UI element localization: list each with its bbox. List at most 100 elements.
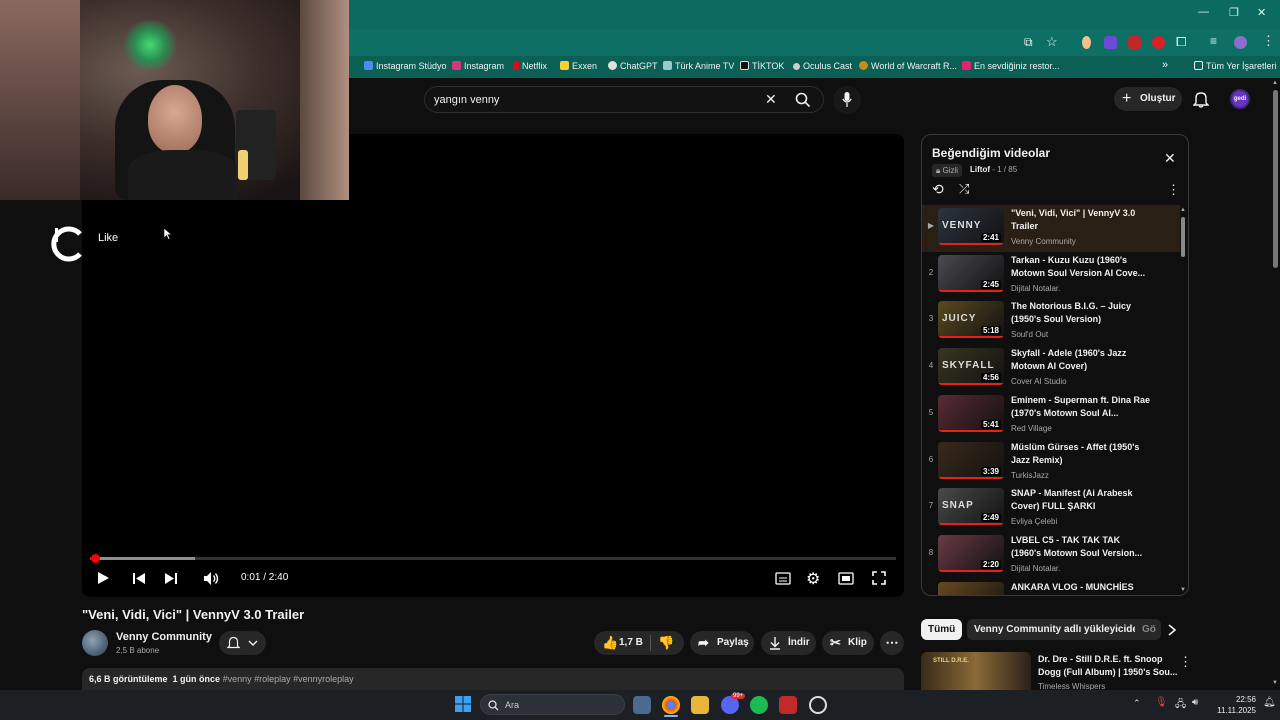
channel-name[interactable]: Venny Community: [116, 631, 212, 643]
previous-icon[interactable]: [132, 572, 146, 585]
tray-network-icon[interactable]: 🖧: [1175, 697, 1186, 714]
more-actions-icon[interactable]: ⋯: [880, 631, 904, 655]
tray-clock[interactable]: 22:56 11.11.2025: [1212, 694, 1256, 716]
playlist-item[interactable]: 6 3:39 Müslüm Gürses - Affet (1950's Jazz …: [922, 439, 1180, 486]
page-scroll-down-icon[interactable]: ▼: [1272, 680, 1278, 686]
scroll-down-icon[interactable]: ▼: [1180, 587, 1186, 593]
volume-icon[interactable]: [203, 571, 220, 586]
profile-icon[interactable]: [1234, 36, 1247, 49]
clip-button[interactable]: ✂ Klip: [822, 631, 874, 655]
recommended-thumbnail[interactable]: STILL D.R.E.: [921, 652, 1031, 690]
recommended-menu-icon[interactable]: ⋮: [1179, 654, 1192, 670]
download-button[interactable]: İndir: [761, 631, 816, 655]
shuffle-icon[interactable]: ⤮: [959, 181, 969, 197]
close-window-icon[interactable]: ✕: [1257, 6, 1266, 19]
extension-icon[interactable]: [1128, 36, 1141, 49]
tray-chevron-icon[interactable]: ⌃: [1133, 698, 1141, 709]
playlist-item[interactable]: 2 2:45 Tarkan - Kuzu Kuzu (1960's Motown S…: [922, 252, 1180, 299]
playlist-item[interactable]: 8 2:20 LVBEL C5 - TAK TAK TAK (1960's Moto…: [922, 532, 1180, 579]
bookmark-tiktok[interactable]: TİKTOK: [740, 61, 784, 71]
playlist-item[interactable]: 5 5:41 Eminem - Superman ft. Dina Rae (197…: [922, 392, 1180, 439]
playlist-scrollbar[interactable]: ▲ ▼: [1180, 207, 1186, 595]
bookmark-chatgpt[interactable]: ChatGPT: [608, 61, 658, 71]
minimize-icon[interactable]: —: [1198, 6, 1209, 18]
create-button[interactable]: + Oluştur: [1114, 87, 1182, 111]
playlist-item-thumbnail[interactable]: 2:45: [938, 254, 1004, 292]
playlist-item[interactable]: 7 SNAP 2:49 SNAP - Manifest (Ai Arabesk Cov…: [922, 485, 1180, 532]
playlist-item-thumbnail[interactable]: [938, 581, 1004, 595]
taskbar-spotify-icon[interactable]: [750, 696, 768, 714]
bookmark-instagram[interactable]: Instagram: [452, 61, 504, 71]
search-box[interactable]: ✕: [424, 86, 824, 113]
extension-icon[interactable]: [1152, 36, 1165, 49]
recommended-title[interactable]: Dr. Dre - Still D.R.E. ft. Snoop Dogg (F…: [1038, 653, 1178, 679]
taskbar-search[interactable]: Ara: [480, 694, 625, 715]
bookmark-wow[interactable]: World of Warcraft R...: [859, 61, 957, 71]
page-scroll-thumb[interactable]: [1273, 90, 1278, 268]
tray-volume-icon[interactable]: 🔊︎: [1192, 697, 1198, 708]
bookmark-oculus[interactable]: Oculus Cast: [793, 61, 852, 71]
playlist-owner[interactable]: Liftof: [970, 165, 990, 174]
playlist-item-thumbnail[interactable]: VENNY 2:41: [938, 208, 1004, 245]
playlist-item-thumbnail[interactable]: 2:20: [938, 534, 1004, 572]
chip-next-partial[interactable]: Gö: [1135, 619, 1161, 640]
bookmark-turk-anime[interactable]: Türk Anime TV: [663, 61, 734, 71]
all-bookmarks[interactable]: Tüm Yer İşaretleri: [1194, 61, 1277, 71]
media-icon[interactable]: ≡: [1210, 34, 1217, 48]
scroll-thumb[interactable]: [1181, 217, 1185, 257]
playlist-item-thumbnail[interactable]: JUICY 5:18: [938, 301, 1004, 339]
thumbs-down-icon[interactable]: 👎: [658, 631, 674, 655]
windows-start-icon[interactable]: [455, 696, 471, 712]
settings-gear-icon[interactable]: ⚙: [806, 569, 820, 589]
menu-icon[interactable]: ⋮: [1262, 33, 1275, 49]
extension-icon[interactable]: [1082, 36, 1091, 49]
progress-track[interactable]: [90, 554, 896, 563]
bookmark-yemeksepeti[interactable]: En sevdiğiniz restor...: [962, 61, 1060, 71]
puzzle-icon[interactable]: ⧠: [1176, 34, 1186, 50]
taskbar-obs-icon[interactable]: [809, 696, 827, 714]
more-bookmarks-icon[interactable]: »: [1162, 59, 1168, 71]
share-button[interactable]: ➦ Paylaş: [690, 631, 754, 655]
bookmark-instagram-studio[interactable]: Instagram Stüdyo: [364, 61, 447, 71]
star-icon[interactable]: ☆: [1046, 34, 1058, 50]
playlist-item-thumbnail[interactable]: 5:41: [938, 394, 1004, 432]
bookmark-exxen[interactable]: Exxen: [560, 61, 597, 71]
search-icon[interactable]: [795, 92, 811, 108]
hashtags[interactable]: #venny #roleplay #vennyroleplay: [223, 674, 354, 684]
play-icon[interactable]: [96, 571, 110, 585]
taskbar-explorer-icon[interactable]: [691, 696, 709, 714]
playlist-item-thumbnail[interactable]: SNAP 2:49: [938, 488, 1004, 526]
scroll-up-icon[interactable]: ▲: [1180, 207, 1186, 213]
channel-avatar[interactable]: [82, 630, 108, 656]
playlist-menu-icon[interactable]: ⋮: [1167, 182, 1180, 198]
notification-center-icon[interactable]: 🔔︎: [1263, 697, 1276, 708]
page-scroll-up-icon[interactable]: ▲: [1272, 80, 1278, 86]
video-player[interactable]: 0:01 / 2:40 ⚙: [82, 134, 904, 597]
chevron-right-icon[interactable]: [1167, 624, 1177, 636]
playlist-item[interactable]: 3 JUICY 5:18 The Notorious B.I.G. – Juicy (…: [922, 298, 1180, 345]
chip-all[interactable]: Tümü: [921, 619, 963, 640]
playlist-item[interactable]: 9 ANKARA VLOG - MUNCHİES: [922, 579, 1180, 595]
tray-mic-icon[interactable]: 🎙︎: [1155, 697, 1168, 708]
theater-mode-icon[interactable]: [838, 572, 854, 585]
loop-icon[interactable]: ⟲: [932, 181, 944, 198]
description-box[interactable]: 6,6 B görüntüleme 1 gün önce #venny #rol…: [82, 668, 904, 690]
clear-search-icon[interactable]: ✕: [765, 91, 777, 108]
search-input[interactable]: [434, 92, 754, 108]
playlist-title[interactable]: Beğendiğim videolar: [932, 146, 1050, 160]
taskbar-voicemeeter-icon[interactable]: [779, 696, 797, 714]
playlist-item-thumbnail[interactable]: SKYFALL 4:56: [938, 348, 1004, 386]
cast-icon[interactable]: ⧉: [1024, 35, 1033, 50]
fullscreen-icon[interactable]: [872, 571, 886, 585]
playlist-item[interactable]: 4 SKYFALL 4:56 Skyfall - Adele (1960's Jazz…: [922, 345, 1180, 392]
notifications-bell-icon[interactable]: [1193, 91, 1209, 108]
close-playlist-icon[interactable]: ✕: [1164, 150, 1176, 167]
page-scrollbar[interactable]: ▲ ▼: [1271, 80, 1280, 690]
extension-icon[interactable]: [1104, 36, 1117, 49]
bookmark-netflix[interactable]: Netflix: [513, 61, 547, 71]
playlist-item[interactable]: ▶ VENNY 2:41 "Veni, Vidi, Vici" | VennyV 3.…: [922, 205, 1180, 252]
avatar[interactable]: gedi: [1230, 89, 1250, 109]
restore-icon[interactable]: ❐: [1229, 6, 1239, 19]
voice-search-button[interactable]: [833, 86, 861, 114]
next-icon[interactable]: [164, 572, 178, 585]
